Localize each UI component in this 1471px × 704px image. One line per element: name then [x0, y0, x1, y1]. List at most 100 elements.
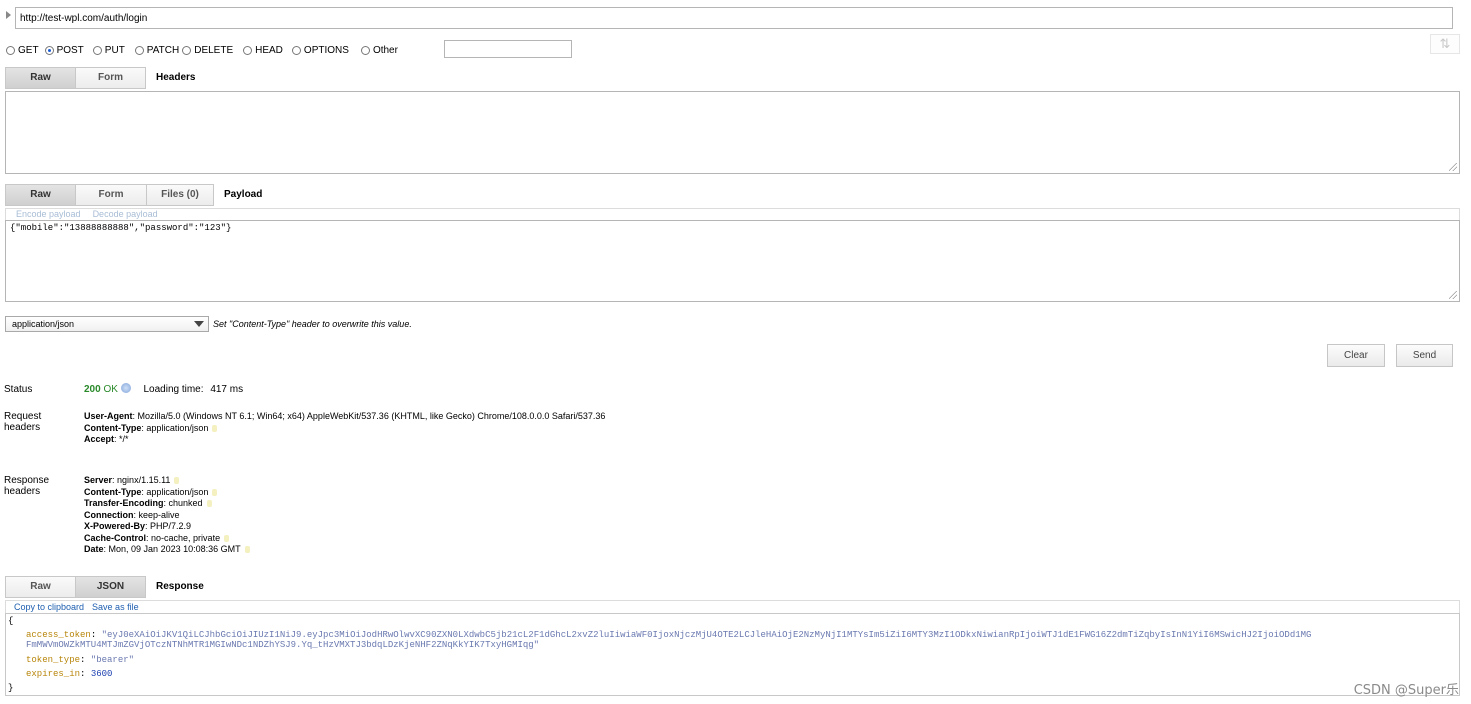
label-line: Response [4, 475, 50, 486]
header-value: no-cache, private [151, 532, 221, 543]
hint-icon[interactable] [212, 488, 218, 496]
response-header-row: Transfer-Encoding: chunked [84, 498, 250, 510]
response-tab-raw[interactable]: Raw [5, 576, 76, 598]
resize-handle-icon[interactable] [1449, 291, 1457, 299]
header-value: Mon, 09 Jan 2023 10:08:36 GMT [108, 544, 241, 554]
payload-tab-files[interactable]: Files (0) [146, 184, 214, 206]
method-delete[interactable]: DELETE [182, 45, 233, 56]
response-title: Response [156, 581, 204, 592]
response-links: Copy to clipboard Save as file [5, 600, 1460, 613]
request-headers-list: User-Agent: Mozilla/5.0 (Windows NT 6.1;… [84, 411, 605, 446]
response-json-view: { access_token: "eyJ0eXAiOiJKV1QiLCJhbGc… [5, 613, 1460, 696]
headers-tabbar: Raw Form Headers [5, 67, 195, 89]
radio-icon[interactable] [182, 45, 192, 55]
json-field-token-type: token_type: "bearer" [26, 654, 135, 665]
hint-icon[interactable] [244, 546, 250, 554]
encode-payload-link[interactable]: Encode payload [16, 209, 81, 219]
content-type-select[interactable]: application/json [5, 316, 209, 332]
payload-links: Encode payload Decode payload [5, 208, 1460, 220]
response-tab-json[interactable]: JSON [75, 576, 146, 598]
radio-icon[interactable] [134, 45, 144, 55]
status-label: Status [4, 384, 33, 395]
json-key: access_token [26, 629, 91, 640]
header-key: User-Agent [84, 411, 133, 421]
payload-title: Payload [224, 189, 263, 200]
hint-icon[interactable] [206, 500, 212, 508]
radio-selected-icon[interactable] [44, 45, 54, 55]
method-post[interactable]: POST [44, 45, 84, 56]
method-head[interactable]: HEAD [243, 45, 283, 56]
payload-tab-raw[interactable]: Raw [5, 184, 76, 206]
radio-icon[interactable] [243, 45, 253, 55]
headers-tab-form[interactable]: Form [75, 67, 146, 89]
response-headers-list: Server: nginx/1.15.11 Content-Type: appl… [84, 475, 250, 556]
header-value: application/json [146, 422, 209, 433]
headers-textarea[interactable] [5, 91, 1460, 174]
header-key: Accept [84, 434, 115, 444]
json-close-brace: } [8, 682, 14, 693]
headers-tab-raw[interactable]: Raw [5, 67, 76, 89]
method-get[interactable]: GET [6, 45, 39, 56]
header-value: chunked [168, 498, 203, 508]
json-string: FmMWVmOWZkMTU4MTJmZGVjOTczNTNhMTR1MGIwND… [26, 640, 540, 650]
chevron-down-icon[interactable] [194, 321, 204, 327]
header-value: PHP/7.2.9 [150, 521, 192, 531]
json-string: "bearer" [90, 654, 135, 665]
send-button[interactable]: Send [1396, 344, 1453, 367]
header-key: Content-Type [84, 486, 142, 497]
copy-to-clipboard-link[interactable]: Copy to clipboard [14, 602, 84, 612]
header-value: application/json [146, 486, 209, 497]
json-key: expires_in [26, 669, 81, 679]
header-key: X-Powered-By [84, 521, 146, 531]
hint-icon[interactable] [224, 534, 230, 542]
loading-time-label: Loading time: [143, 384, 204, 395]
decode-payload-link[interactable]: Decode payload [93, 209, 158, 219]
method-patch[interactable]: PATCH [134, 45, 179, 56]
radio-icon[interactable] [291, 45, 301, 55]
method-put[interactable]: PUT [92, 45, 125, 56]
response-header-row: Date: Mon, 09 Jan 2023 10:08:36 GMT [84, 544, 250, 556]
response-tabbar: Raw JSON Response [5, 576, 204, 598]
save-as-file-link[interactable]: Save as file [92, 602, 139, 612]
watermark: CSDN @Super乐 [1353, 683, 1459, 698]
method-other[interactable]: Other [360, 45, 398, 56]
label-line: headers [4, 422, 41, 433]
json-string: "eyJ0eXAiOiJKV1QiLCJhbGciOiJIUzI1NiJ9.ey… [101, 629, 1312, 640]
json-open-brace: { [8, 616, 14, 626]
hint-icon[interactable] [212, 424, 218, 432]
header-value: */* [119, 434, 129, 444]
other-method-input[interactable] [444, 40, 572, 58]
settings-sliders-icon[interactable]: ⇅ [1430, 34, 1460, 54]
payload-tab-form[interactable]: Form [75, 184, 147, 206]
response-header-row: Content-Type: application/json [84, 487, 250, 499]
response-header-row: Server: nginx/1.15.11 [84, 475, 250, 487]
method-options[interactable]: OPTIONS [291, 45, 349, 56]
json-number: 3600 [90, 669, 113, 679]
radio-icon[interactable] [92, 45, 102, 55]
payload-textarea[interactable]: {"mobile":"13888888888","password":"123"… [5, 220, 1460, 302]
url-expand-icon[interactable] [6, 11, 11, 19]
response-header-row: Cache-Control: no-cache, private [84, 533, 250, 545]
status-code: 200 [84, 384, 101, 395]
content-type-value: application/json [12, 319, 75, 329]
json-field-expires-in: expires_in: 3600 [26, 669, 113, 679]
json-field-access-token: access_token: "eyJ0eXAiOiJKV1QiLCJhbGciO… [26, 629, 1312, 640]
header-key: Transfer-Encoding [84, 498, 164, 508]
status-row: 200 OK Loading time: 417 ms [84, 383, 243, 395]
header-key: Connection [84, 509, 134, 520]
label-line: Request [4, 411, 42, 422]
request-header-row: Accept: */* [84, 434, 129, 444]
hint-icon[interactable] [174, 477, 180, 485]
header-value: keep-alive [138, 509, 180, 520]
resize-handle-icon[interactable] [1449, 163, 1457, 171]
response-header-row: Connection: keep-alive [84, 509, 180, 520]
clear-button[interactable]: Clear [1327, 344, 1385, 367]
json-field-access-token-cont: FmMWVmOWZkMTU4MTJmZGVjOTczNTNhMTR1MGIwND… [6, 640, 1459, 651]
radio-icon[interactable] [360, 45, 370, 55]
payload-tabbar: Raw Form Files (0) Payload [5, 184, 262, 206]
help-icon[interactable] [120, 383, 131, 393]
header-key: Server [84, 475, 113, 485]
radio-icon[interactable] [6, 45, 15, 55]
response-headers-label: Response headers [4, 475, 49, 497]
url-input[interactable] [15, 7, 1453, 29]
